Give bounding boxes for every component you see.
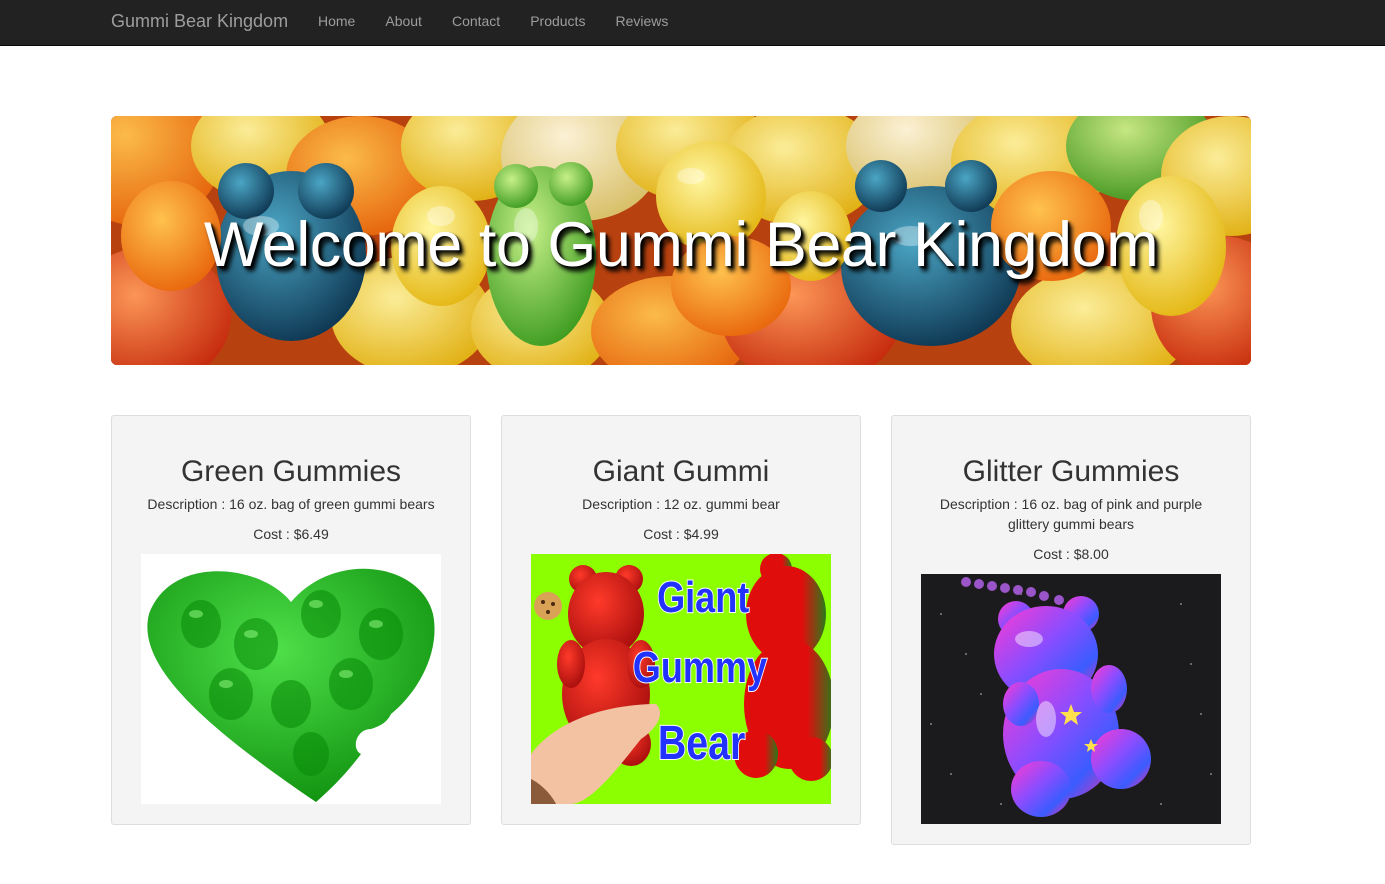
- product-description: Description : 16 oz. bag of green gummi …: [147, 496, 435, 512]
- giant-gummy-bear-image: Giant Gummy Bear: [531, 554, 831, 804]
- product-cost: Cost : $4.99: [643, 526, 719, 542]
- product-description: Description : 16 oz. bag of pink and pur…: [939, 496, 1203, 532]
- hero-banner: Welcome to Gummi Bear Kingdom: [111, 116, 1251, 365]
- product-card-green-gummies: Green Gummies Description : 16 oz. bag o…: [111, 415, 471, 825]
- nav-products-link[interactable]: Products: [515, 0, 600, 44]
- bear-label: Bear: [658, 716, 745, 770]
- hero-title: Welcome to Gummi Bear Kingdom: [203, 210, 1159, 280]
- nav-about-link[interactable]: About: [370, 0, 437, 44]
- top-navbar: Gummi Bear Kingdom Home About Contact Pr…: [0, 0, 1385, 46]
- product-name: Green Gummies: [180, 455, 402, 488]
- glitter-gummy-bear-image: [921, 574, 1221, 824]
- nav-links: Home About Contact Products Reviews: [303, 0, 683, 44]
- green-heart-gummies-image: [141, 554, 441, 804]
- product-card-giant-gummi: Giant Gummi Description : 12 oz. gummi b…: [501, 415, 861, 825]
- brand-link[interactable]: Gummi Bear Kingdom: [111, 0, 288, 44]
- nav-contact-link[interactable]: Contact: [437, 0, 515, 44]
- giant-label: Giant: [657, 573, 749, 622]
- product-name: Giant Gummi: [592, 455, 770, 488]
- product-name: Glitter Gummies: [962, 455, 1180, 488]
- product-card-glitter-gummies: Glitter Gummies Description : 16 oz. bag…: [891, 415, 1251, 845]
- nav-reviews-link[interactable]: Reviews: [600, 0, 683, 44]
- nav-home-link[interactable]: Home: [303, 0, 370, 44]
- gummy-label: Gummy: [633, 643, 768, 692]
- product-cost: Cost : $8.00: [1033, 546, 1109, 562]
- product-description: Description : 12 oz. gummi bear: [582, 496, 780, 512]
- product-cost: Cost : $6.49: [253, 526, 329, 542]
